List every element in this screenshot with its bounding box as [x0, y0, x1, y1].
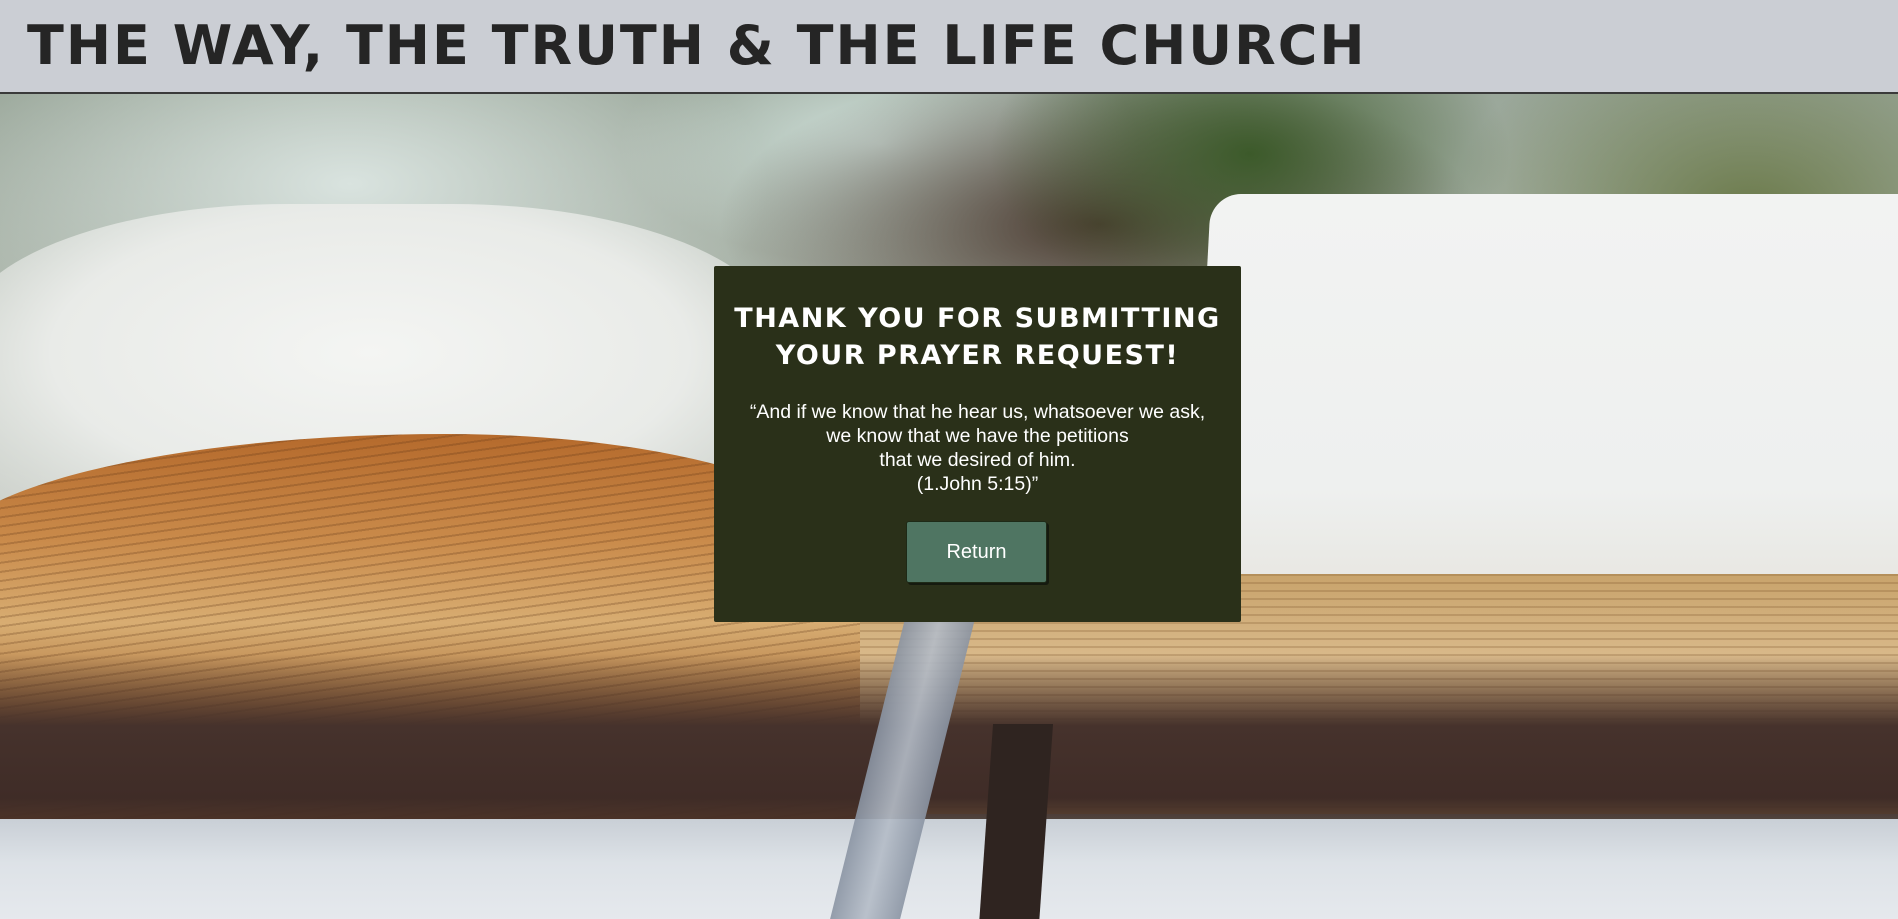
site-title: THE WAY, THE TRUTH & THE LIFE CHURCH [27, 14, 1367, 77]
confirmation-heading: THANK YOU FOR SUBMITTING YOUR PRAYER REQ… [714, 300, 1241, 374]
site-header: THE WAY, THE TRUTH & THE LIFE CHURCH [0, 0, 1898, 94]
confirmation-heading-line-1: THANK YOU FOR SUBMITTING [734, 303, 1221, 334]
verse-line: we know that we have the petitions [826, 425, 1129, 447]
verse-reference: (1.John 5:15)” [916, 473, 1039, 495]
background-book-right-page [1188, 194, 1898, 614]
confirmation-heading-line-2: YOUR PRAYER REQUEST! [775, 340, 1180, 371]
verse-line: “And if we know that he hear us, whatsoe… [749, 401, 1206, 423]
verse-line: that we desired of him. [879, 449, 1076, 471]
scripture-verse: “And if we know that he hear us, whatsoe… [714, 400, 1241, 496]
confirmation-card: THANK YOU FOR SUBMITTING YOUR PRAYER REQ… [714, 266, 1241, 622]
return-button[interactable]: Return [906, 521, 1047, 583]
page: THE WAY, THE TRUTH & THE LIFE CHURCH THA… [0, 0, 1898, 919]
background-table [0, 819, 1898, 919]
